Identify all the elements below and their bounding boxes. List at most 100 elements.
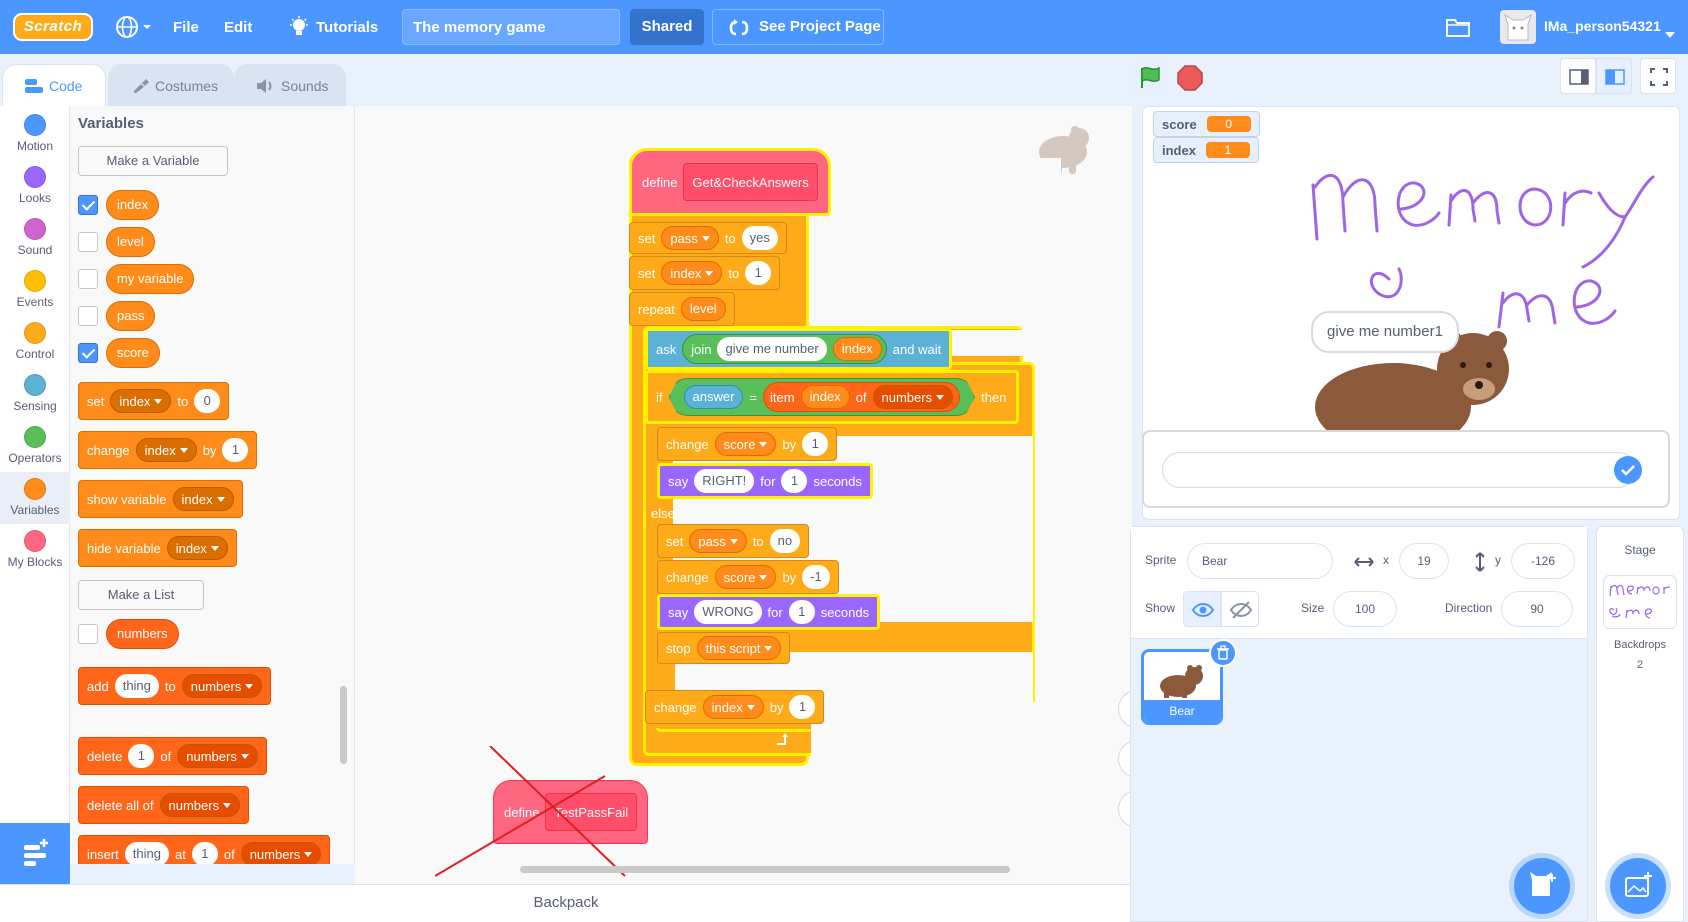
- tutorials-menu[interactable]: Tutorials: [288, 14, 388, 40]
- variable-dropdown[interactable]: score: [714, 565, 777, 589]
- change-score-block[interactable]: change score by 1: [657, 427, 838, 461]
- variable-checkbox-my-variable[interactable]: [78, 269, 98, 289]
- hide-variable-block[interactable]: hide variable index: [78, 529, 237, 567]
- category-control[interactable]: Control: [0, 316, 70, 368]
- insert-at-list-block[interactable]: insert thing at 1 of numbers: [78, 835, 331, 864]
- item-input[interactable]: thing: [124, 842, 169, 864]
- category-sound[interactable]: Sound: [0, 212, 70, 264]
- level-reporter[interactable]: level: [680, 297, 726, 321]
- variable-dropdown[interactable]: index: [135, 438, 197, 462]
- join-text-input[interactable]: give me number: [717, 337, 827, 361]
- project-title-input[interactable]: The memory game: [402, 9, 620, 45]
- variable-checkbox-score[interactable]: [78, 343, 98, 363]
- my-stuff-folder-icon[interactable]: [1446, 17, 1470, 37]
- if-else-block[interactable]: if answer = item index of numbers then: [645, 370, 1020, 424]
- shared-button[interactable]: Shared: [630, 9, 704, 45]
- script-horizontal-scrollbar[interactable]: [520, 866, 1010, 873]
- list-reporter-numbers[interactable]: numbers: [106, 619, 179, 649]
- value-input[interactable]: 1: [745, 261, 772, 285]
- stop-option-dropdown[interactable]: this script: [696, 636, 782, 660]
- monitor-score[interactable]: score 0: [1153, 111, 1260, 137]
- ask-answer-input[interactable]: [1162, 452, 1636, 488]
- list-dropdown[interactable]: numbers: [240, 842, 322, 864]
- value-input[interactable]: 1: [802, 432, 829, 456]
- item-of-list-reporter[interactable]: item index of numbers: [763, 382, 960, 412]
- value-input[interactable]: 0: [194, 389, 221, 413]
- list-dropdown[interactable]: numbers: [873, 385, 954, 409]
- tab-sounds[interactable]: Sounds: [234, 64, 346, 106]
- seconds-input[interactable]: 1: [781, 469, 808, 493]
- large-stage-button[interactable]: [1596, 58, 1632, 94]
- list-dropdown[interactable]: numbers: [181, 674, 263, 698]
- set-index-block[interactable]: set index to 1: [629, 256, 781, 290]
- value-input[interactable]: 1: [789, 695, 816, 719]
- stop-block[interactable]: stop this script: [657, 632, 791, 664]
- set-pass-block[interactable]: set pass to yes: [629, 222, 787, 254]
- ask-block[interactable]: ask join give me number index and wait: [645, 328, 953, 370]
- variable-reporter-level[interactable]: level: [106, 227, 155, 257]
- scratch-logo[interactable]: Scratch: [13, 13, 93, 41]
- category-my-blocks[interactable]: My Blocks: [0, 524, 70, 576]
- variable-dropdown[interactable]: index: [661, 261, 723, 285]
- variable-checkbox-level[interactable]: [78, 232, 98, 252]
- tab-costumes[interactable]: Costumes: [108, 64, 234, 106]
- delete-of-list-block[interactable]: delete 1 of numbers: [78, 737, 267, 775]
- say-text-input[interactable]: RIGHT!: [694, 469, 755, 493]
- fullscreen-button[interactable]: [1640, 58, 1676, 94]
- value-input[interactable]: -1: [802, 565, 830, 589]
- value-input[interactable]: no: [769, 529, 801, 553]
- equals-reporter[interactable]: answer = item index of numbers: [669, 378, 976, 416]
- variable-reporter-score[interactable]: score: [106, 338, 160, 368]
- small-stage-button[interactable]: [1560, 58, 1596, 94]
- language-icon[interactable]: [116, 16, 152, 38]
- delete-sprite-icon[interactable]: [1209, 639, 1237, 667]
- add-backdrop-button[interactable]: [1610, 858, 1666, 914]
- list-dropdown[interactable]: numbers: [177, 744, 258, 768]
- procedure-name[interactable]: Get&CheckAnswers: [683, 163, 818, 201]
- say-text-input[interactable]: WRONG: [694, 600, 762, 624]
- stop-icon[interactable]: [1176, 64, 1204, 92]
- say-wrong-block[interactable]: say WRONG for 1 seconds: [657, 594, 881, 630]
- show-visible-button[interactable]: [1183, 591, 1221, 627]
- category-motion[interactable]: Motion: [0, 108, 70, 160]
- backdrop-thumbnail[interactable]: [1603, 575, 1677, 629]
- backpack[interactable]: Backpack: [0, 884, 1132, 922]
- variable-checkbox-pass[interactable]: [78, 306, 98, 326]
- value-input[interactable]: yes: [741, 226, 778, 250]
- set-pass-no-block[interactable]: set pass to no: [657, 524, 810, 558]
- x-input[interactable]: 19: [1399, 543, 1449, 579]
- variable-dropdown[interactable]: pass: [661, 226, 719, 250]
- index-input[interactable]: 1: [128, 744, 155, 768]
- join-reporter[interactable]: join give me number index: [682, 334, 887, 364]
- repeat-block[interactable]: repeat level: [629, 292, 735, 326]
- say-right-block[interactable]: say RIGHT! for 1 seconds: [657, 463, 873, 499]
- category-looks[interactable]: Looks: [0, 160, 70, 212]
- seconds-input[interactable]: 1: [788, 600, 815, 624]
- index-reporter[interactable]: index: [832, 337, 882, 361]
- change-variable-block[interactable]: change index by 1: [78, 431, 258, 469]
- list-checkbox-numbers[interactable]: [78, 624, 98, 644]
- add-extension-button[interactable]: [0, 823, 70, 884]
- username[interactable]: IMa_person54321: [1544, 18, 1661, 34]
- add-sprite-button[interactable]: [1514, 858, 1570, 914]
- show-variable-block[interactable]: show variable index: [78, 480, 243, 518]
- script-area[interactable]: define Get&CheckAnswers set pass to yes …: [355, 106, 1132, 884]
- answer-reporter[interactable]: answer: [684, 385, 744, 409]
- direction-input[interactable]: 90: [1501, 591, 1573, 627]
- index-reporter[interactable]: index: [801, 385, 850, 409]
- variable-dropdown[interactable]: score: [714, 432, 777, 456]
- file-menu[interactable]: File: [173, 19, 199, 36]
- category-operators[interactable]: Operators: [0, 420, 70, 472]
- index-input[interactable]: 1: [191, 842, 218, 864]
- set-variable-block[interactable]: set index to 0: [78, 382, 230, 420]
- variable-dropdown[interactable]: pass: [689, 529, 747, 553]
- variable-reporter-pass[interactable]: pass: [106, 301, 156, 331]
- monitor-index[interactable]: index 1: [1153, 137, 1259, 163]
- variable-dropdown[interactable]: index: [110, 389, 172, 413]
- variable-dropdown[interactable]: index: [172, 487, 234, 511]
- category-events[interactable]: Events: [0, 264, 70, 316]
- delete-all-block[interactable]: delete all of numbers: [78, 786, 250, 824]
- submit-check-icon[interactable]: [1614, 456, 1642, 484]
- green-flag-icon[interactable]: [1132, 60, 1168, 96]
- change-score-minus-block[interactable]: change score by -1: [657, 560, 839, 594]
